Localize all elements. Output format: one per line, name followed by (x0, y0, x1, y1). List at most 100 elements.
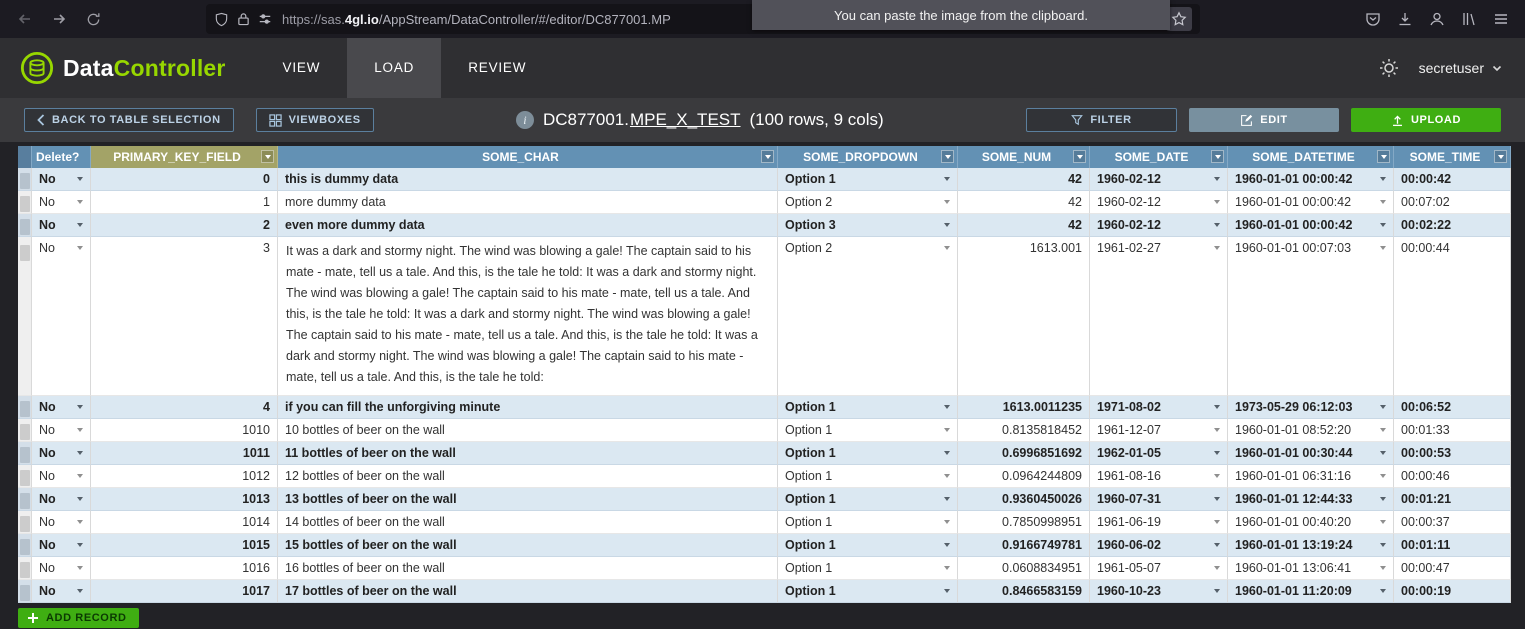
column-header-char[interactable]: SOME_CHAR (278, 146, 778, 168)
cell-delete[interactable]: No (32, 557, 91, 580)
cell-datetime[interactable]: 1960-01-01 00:00:42 (1228, 168, 1394, 191)
cell-num[interactable]: 0.7850998951 (958, 511, 1090, 534)
cell-dropdown-arrow-icon[interactable] (1380, 543, 1386, 547)
column-filter-icon[interactable] (261, 150, 274, 163)
cell-delete[interactable]: No (32, 488, 91, 511)
column-filter-icon[interactable] (761, 150, 774, 163)
cell-dropdown-arrow-icon[interactable] (1214, 428, 1220, 432)
row-drag-handle[interactable] (18, 580, 32, 603)
cell-dropdown-arrow-icon[interactable] (944, 200, 950, 204)
cell-num[interactable]: 42 (958, 214, 1090, 237)
lock-icon[interactable] (237, 12, 250, 26)
cell-date[interactable]: 1960-02-12 (1090, 191, 1228, 214)
column-header-dropdown[interactable]: SOME_DROPDOWN (778, 146, 958, 168)
cell-pk[interactable]: 1014 (91, 511, 278, 534)
cell-dropdown-arrow-icon[interactable] (77, 246, 83, 250)
cell-dropdown[interactable]: Option 1 (778, 580, 958, 603)
row-drag-handle[interactable] (18, 557, 32, 580)
cell-dropdown-arrow-icon[interactable] (1214, 200, 1220, 204)
cell-num[interactable]: 0.6996851692 (958, 442, 1090, 465)
cell-pk[interactable]: 3 (91, 237, 278, 396)
cell-char[interactable]: 17 bottles of beer on the wall (278, 580, 778, 603)
cell-dropdown-arrow-icon[interactable] (1214, 589, 1220, 593)
cell-char[interactable]: 13 bottles of beer on the wall (278, 488, 778, 511)
cell-dropdown[interactable]: Option 1 (778, 419, 958, 442)
cell-num[interactable]: 0.8135818452 (958, 419, 1090, 442)
cell-dropdown[interactable]: Option 1 (778, 396, 958, 419)
cell-dropdown[interactable]: Option 2 (778, 191, 958, 214)
column-filter-icon[interactable] (1073, 150, 1086, 163)
cell-num[interactable]: 1613.0011235 (958, 396, 1090, 419)
tab-view[interactable]: VIEW (256, 38, 348, 98)
cell-date[interactable]: 1971-08-02 (1090, 396, 1228, 419)
cell-time[interactable]: 00:07:02 (1394, 191, 1511, 214)
theme-toggle-button[interactable] (1379, 58, 1399, 78)
cell-date[interactable]: 1960-07-31 (1090, 488, 1228, 511)
cell-dropdown-arrow-icon[interactable] (1214, 566, 1220, 570)
row-drag-handle[interactable] (18, 442, 32, 465)
cell-dropdown-arrow-icon[interactable] (944, 474, 950, 478)
cell-dropdown-arrow-icon[interactable] (1214, 246, 1220, 250)
cell-datetime[interactable]: 1973-05-29 06:12:03 (1228, 396, 1394, 419)
cell-dropdown-arrow-icon[interactable] (1380, 497, 1386, 501)
cell-delete[interactable]: No (32, 442, 91, 465)
cell-pk[interactable]: 1017 (91, 580, 278, 603)
cell-char[interactable]: 10 bottles of beer on the wall (278, 419, 778, 442)
cell-dropdown-arrow-icon[interactable] (944, 543, 950, 547)
column-filter-icon[interactable] (941, 150, 954, 163)
cell-delete[interactable]: No (32, 191, 91, 214)
cell-dropdown[interactable]: Option 3 (778, 214, 958, 237)
account-button[interactable] (1429, 11, 1445, 27)
cell-num[interactable]: 1613.001 (958, 237, 1090, 396)
cell-time[interactable]: 00:02:22 (1394, 214, 1511, 237)
refresh-button[interactable] (76, 4, 110, 34)
cell-dropdown-arrow-icon[interactable] (1380, 589, 1386, 593)
cell-char[interactable]: 15 bottles of beer on the wall (278, 534, 778, 557)
row-drag-handle[interactable] (18, 465, 32, 488)
cell-dropdown[interactable]: Option 1 (778, 557, 958, 580)
cell-pk[interactable]: 1010 (91, 419, 278, 442)
cell-dropdown-arrow-icon[interactable] (1214, 543, 1220, 547)
cell-date[interactable]: 1960-10-23 (1090, 580, 1228, 603)
cell-dropdown-arrow-icon[interactable] (1380, 223, 1386, 227)
cell-dropdown-arrow-icon[interactable] (1214, 177, 1220, 181)
cell-pk[interactable]: 2 (91, 214, 278, 237)
cell-delete[interactable]: No (32, 511, 91, 534)
cell-num[interactable]: 0.0964244809 (958, 465, 1090, 488)
cell-dropdown-arrow-icon[interactable] (944, 497, 950, 501)
tab-load[interactable]: LOAD (347, 38, 441, 98)
cell-datetime[interactable]: 1960-01-01 00:00:42 (1228, 214, 1394, 237)
cell-datetime[interactable]: 1960-01-01 00:30:44 (1228, 442, 1394, 465)
cell-date[interactable]: 1960-06-02 (1090, 534, 1228, 557)
cell-datetime[interactable]: 1960-01-01 00:00:42 (1228, 191, 1394, 214)
cell-dropdown-arrow-icon[interactable] (77, 566, 83, 570)
cell-pk[interactable]: 1011 (91, 442, 278, 465)
cell-time[interactable]: 00:00:46 (1394, 465, 1511, 488)
column-header-pk[interactable]: PRIMARY_KEY_FIELD (91, 146, 278, 168)
forward-button[interactable] (42, 4, 76, 34)
cell-char[interactable]: 14 bottles of beer on the wall (278, 511, 778, 534)
cell-dropdown-arrow-icon[interactable] (1380, 428, 1386, 432)
cell-dropdown-arrow-icon[interactable] (77, 497, 83, 501)
cell-dropdown-arrow-icon[interactable] (944, 246, 950, 250)
row-drag-handle[interactable] (18, 191, 32, 214)
cell-dropdown-arrow-icon[interactable] (77, 223, 83, 227)
cell-dropdown-arrow-icon[interactable] (1380, 405, 1386, 409)
extensions-button[interactable] (1461, 11, 1477, 27)
pocket-button[interactable] (1365, 11, 1381, 27)
cell-time[interactable]: 00:00:19 (1394, 580, 1511, 603)
column-filter-icon[interactable] (1377, 150, 1390, 163)
back-button[interactable] (8, 4, 42, 34)
user-menu[interactable]: secretuser (1419, 60, 1503, 76)
cell-date[interactable]: 1961-02-27 (1090, 237, 1228, 396)
cell-char[interactable]: more dummy data (278, 191, 778, 214)
cell-time[interactable]: 00:01:11 (1394, 534, 1511, 557)
cell-time[interactable]: 00:00:47 (1394, 557, 1511, 580)
cell-dropdown-arrow-icon[interactable] (1380, 177, 1386, 181)
cell-num[interactable]: 42 (958, 191, 1090, 214)
row-drag-handle[interactable] (18, 511, 32, 534)
cell-pk[interactable]: 1 (91, 191, 278, 214)
edit-button[interactable]: EDIT (1189, 108, 1339, 132)
cell-delete[interactable]: No (32, 396, 91, 419)
app-logo[interactable]: DataController (0, 51, 226, 85)
